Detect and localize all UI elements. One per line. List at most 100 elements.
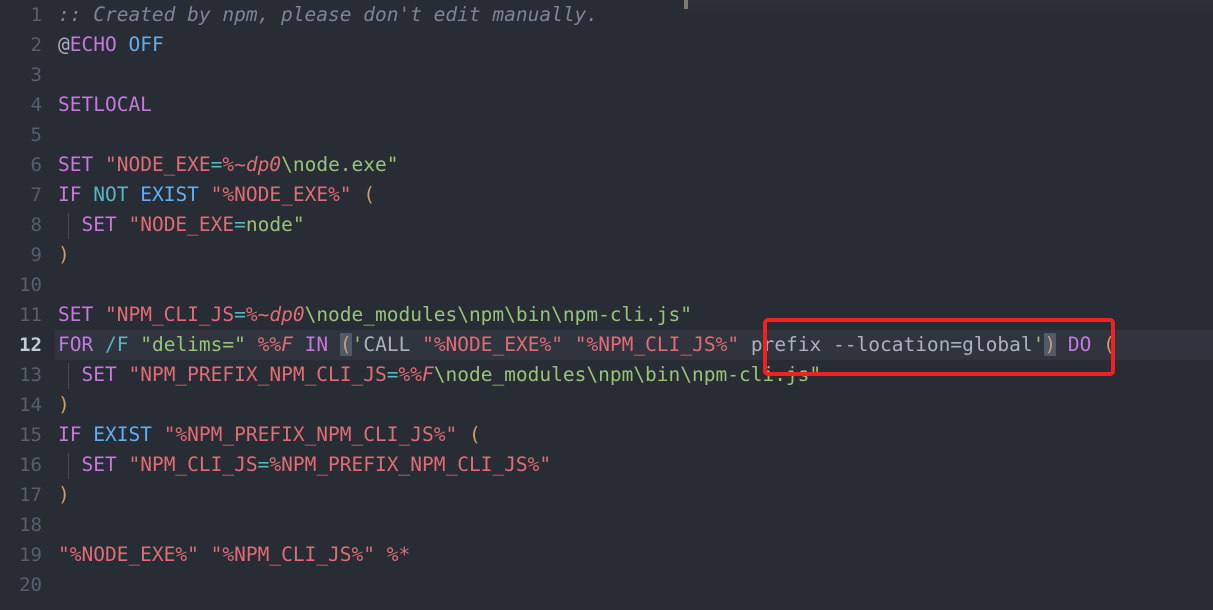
code-line-content[interactable]: SET "NPM_CLI_JS=%NPM_PREFIX_NPM_CLI_JS%"	[58, 450, 551, 480]
code-line[interactable]: 2 @ECHO OFF	[0, 30, 1213, 60]
code-token: =	[257, 453, 270, 476]
code-token: EXIST	[93, 423, 152, 446]
line-number[interactable]: 10	[0, 270, 42, 300]
line-number[interactable]: 3	[0, 60, 42, 90]
code-line[interactable]: 11 SET "NPM_CLI_JS=%~dp0\node_modules\npm…	[0, 300, 1213, 330]
line-number[interactable]: 12	[0, 330, 42, 360]
code-token: '	[351, 333, 364, 356]
code-token: =	[210, 153, 223, 176]
code-token: "NPM_CLI_JS	[128, 453, 258, 476]
code-line-content[interactable]: FOR /F "delims=" %%F IN ('CALL "%NODE_EX…	[58, 330, 1115, 360]
code-line[interactable]: 10	[0, 270, 1213, 300]
line-number[interactable]: 19	[0, 540, 42, 570]
code-line[interactable]: 8 SET "NODE_EXE=node"	[0, 210, 1213, 240]
line-number[interactable]: 6	[0, 150, 42, 180]
line-number[interactable]: 18	[0, 510, 42, 540]
code-line-content[interactable]: )	[58, 480, 70, 510]
code-line[interactable]: 17)	[0, 480, 1213, 510]
code-token: SET	[58, 303, 94, 326]
code-token: OFF	[128, 33, 164, 56]
line-number[interactable]: 7	[0, 180, 42, 210]
line-number[interactable]: 11	[0, 300, 42, 330]
code-token: "%NPM_PREFIX_NPM_CLI_JS%"	[163, 423, 458, 446]
code-line[interactable]: 18	[0, 510, 1213, 540]
code-token: %%F	[398, 363, 434, 386]
code-line[interactable]: 12 FOR /F "delims=" %%F IN ('CALL "%NODE_…	[0, 330, 1213, 360]
code-line[interactable]: 20	[0, 570, 1213, 600]
code-token: /F	[104, 333, 129, 356]
code-line[interactable]: 14)	[0, 390, 1213, 420]
code-token: =	[234, 303, 246, 326]
code-line[interactable]: 19 "%NODE_EXE%" "%NPM_CLI_JS%" %*	[0, 540, 1213, 570]
code-token: "NODE_EXE	[104, 153, 211, 176]
line-number[interactable]: 9	[0, 240, 42, 270]
line-number[interactable]: 14	[0, 390, 42, 420]
overview-ruler[interactable]	[684, 0, 1213, 20]
code-token: IF	[58, 423, 82, 446]
code-line[interactable]: 15 IF EXIST "%NPM_PREFIX_NPM_CLI_JS%" (	[0, 420, 1213, 450]
code-token: %%F	[257, 333, 293, 356]
code-line[interactable]: 4 SETLOCAL	[0, 90, 1213, 120]
code-line-content[interactable]: )	[58, 390, 70, 420]
line-number[interactable]: 1	[0, 0, 42, 30]
code-token: "%NODE_EXE%"	[58, 543, 199, 566]
code-token: "%NODE_EXE%"	[422, 333, 563, 356]
code-line-content[interactable]: IF EXIST "%NPM_PREFIX_NPM_CLI_JS%" (	[58, 420, 481, 450]
code-line[interactable]: 9)	[0, 240, 1213, 270]
code-line[interactable]: 5	[0, 120, 1213, 150]
line-number[interactable]: 8	[0, 210, 42, 240]
code-line-content[interactable]: SET "NODE_EXE=node"	[58, 210, 305, 240]
code-token: SET	[81, 213, 117, 236]
code-line-content[interactable]: SET "NODE_EXE=%~dp0\node.exe"	[58, 150, 399, 180]
code-line-content[interactable]: SET "NPM_CLI_JS=%~dp0\node_modules\npm\b…	[58, 300, 692, 330]
code-line-content[interactable]: :: Created by npm, please don't edit man…	[58, 0, 598, 30]
code-line[interactable]: 7 IF NOT EXIST "%NODE_EXE%" (	[0, 180, 1213, 210]
code-line-content[interactable]: SETLOCAL	[58, 90, 152, 120]
code-token: )	[58, 243, 70, 266]
code-line-content[interactable]: )	[58, 240, 70, 270]
code-line-content[interactable]: SET "NPM_PREFIX_NPM_CLI_JS=%%F\node_modu…	[58, 360, 821, 390]
code-line[interactable]: 3	[0, 60, 1213, 90]
code-token: :: Created by npm, please don't edit man…	[58, 3, 599, 26]
line-number[interactable]: 15	[0, 420, 42, 450]
code-line-content[interactable]: IF NOT EXIST "%NODE_EXE%" (	[58, 180, 375, 210]
line-number[interactable]: 17	[0, 480, 42, 510]
code-line[interactable]: 16 SET "NPM_CLI_JS=%NPM_PREFIX_NPM_CLI_J…	[0, 450, 1213, 480]
code-token: ECHO	[69, 33, 117, 56]
code-line-content[interactable]: @ECHO OFF	[58, 30, 164, 60]
overview-ruler-marker[interactable]	[684, 0, 688, 9]
code-token: "NPM_CLI_JS	[104, 303, 235, 326]
line-number[interactable]: 20	[0, 570, 42, 600]
line-number[interactable]: 13	[0, 360, 42, 390]
line-number[interactable]: 16	[0, 450, 42, 480]
line-number[interactable]: 2	[0, 30, 42, 60]
code-token: node"	[245, 213, 305, 236]
line-number[interactable]: 5	[0, 120, 42, 150]
code-token: SET	[81, 453, 117, 476]
code-line[interactable]: 6 SET "NODE_EXE=%~dp0\node.exe"	[0, 150, 1213, 180]
editor-text-area[interactable]: 1:: Created by npm, please don't edit ma…	[0, 0, 1213, 610]
code-line-content[interactable]: "%NODE_EXE%" "%NPM_CLI_JS%" %*	[58, 540, 410, 570]
code-line[interactable]: 13 SET "NPM_PREFIX_NPM_CLI_JS=%%F\node_m…	[0, 360, 1213, 390]
line-number[interactable]: 4	[0, 90, 42, 120]
code-token: IF	[58, 183, 82, 206]
